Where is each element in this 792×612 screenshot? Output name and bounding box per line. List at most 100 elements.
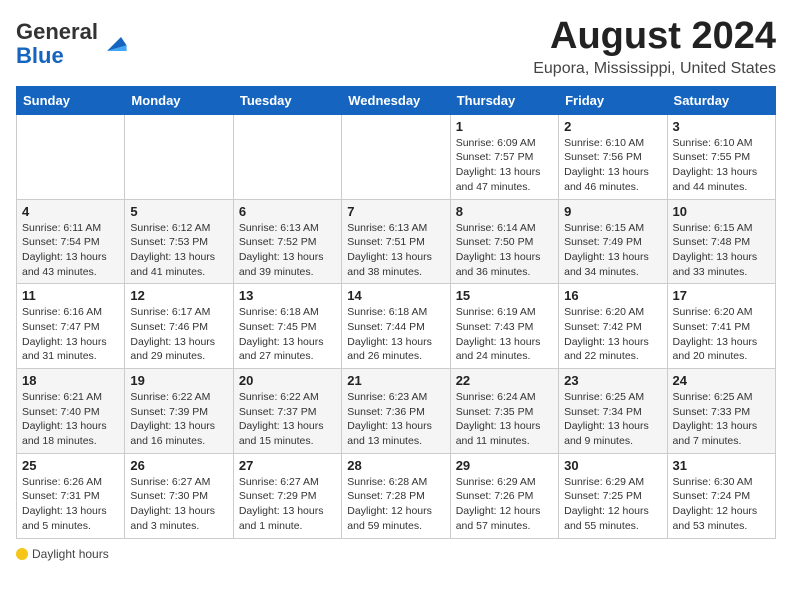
day-info: Sunrise: 6:15 AM Sunset: 7:49 PM Dayligh…	[564, 221, 661, 280]
header: General Blue August 2024 Eupora, Mississ…	[16, 16, 776, 78]
weekday-header-row: SundayMondayTuesdayWednesdayThursdayFrid…	[17, 86, 776, 114]
weekday-header-monday: Monday	[125, 86, 233, 114]
day-info: Sunrise: 6:23 AM Sunset: 7:36 PM Dayligh…	[347, 390, 444, 449]
calendar-cell: 12 Sunrise: 6:17 AM Sunset: 7:46 PM Dayli…	[125, 284, 233, 369]
calendar-cell: 16Sunrise: 6:20 AM Sunset: 7:42 PM Dayli…	[559, 284, 667, 369]
calendar-cell: 14 Sunrise: 6:18 AM Sunset: 7:44 PM Dayli…	[342, 284, 450, 369]
day-info: Sunrise: 6:10 AM Sunset: 7:56 PM Dayligh…	[564, 136, 661, 195]
day-info: Sunrise: 6:21 AM Sunset: 7:40 PM Dayligh…	[22, 390, 119, 449]
calendar-cell: 23 Sunrise: 6:25 AM Sunset: 7:34 PM Dayli…	[559, 369, 667, 454]
calendar-cell: 18 Sunrise: 6:21 AM Sunset: 7:40 PM Dayli…	[17, 369, 125, 454]
calendar-week-1: 4 Sunrise: 6:11 AM Sunset: 7:54 PM Daylig…	[17, 199, 776, 284]
calendar-table: SundayMondayTuesdayWednesdayThursdayFrid…	[16, 86, 776, 539]
day-number: 10	[673, 204, 770, 219]
calendar-cell: 31Sunrise: 6:30 AM Sunset: 7:24 PM Dayli…	[667, 453, 775, 538]
day-info: Sunrise: 6:20 AM Sunset: 7:42 PM Dayligh…	[564, 305, 661, 364]
day-info: Sunrise: 6:09 AM Sunset: 7:57 PM Dayligh…	[456, 136, 553, 195]
day-number: 12	[130, 288, 227, 303]
daylight-label: Daylight hours	[32, 547, 109, 561]
day-number: 9	[564, 204, 661, 219]
calendar-cell: 19 Sunrise: 6:22 AM Sunset: 7:39 PM Dayli…	[125, 369, 233, 454]
calendar-cell: 15Sunrise: 6:19 AM Sunset: 7:43 PM Dayli…	[450, 284, 558, 369]
day-info: Sunrise: 6:22 AM Sunset: 7:39 PM Dayligh…	[130, 390, 227, 449]
day-info: Sunrise: 6:18 AM Sunset: 7:44 PM Dayligh…	[347, 305, 444, 364]
day-number: 27	[239, 458, 336, 473]
day-number: 26	[130, 458, 227, 473]
day-number: 13	[239, 288, 336, 303]
day-number: 23	[564, 373, 661, 388]
calendar-cell: 24 Sunrise: 6:25 AM Sunset: 7:33 PM Dayli…	[667, 369, 775, 454]
day-info: Sunrise: 6:26 AM Sunset: 7:31 PM Dayligh…	[22, 475, 119, 534]
day-number: 4	[22, 204, 119, 219]
day-info: Sunrise: 6:11 AM Sunset: 7:54 PM Dayligh…	[22, 221, 119, 280]
day-number: 14	[347, 288, 444, 303]
day-info: Sunrise: 6:25 AM Sunset: 7:34 PM Dayligh…	[564, 390, 661, 449]
day-info: Sunrise: 6:27 AM Sunset: 7:30 PM Dayligh…	[130, 475, 227, 534]
daylight-dot	[16, 548, 28, 560]
day-number: 24	[673, 373, 770, 388]
main-title: August 2024	[533, 16, 776, 58]
day-info: Sunrise: 6:15 AM Sunset: 7:48 PM Dayligh…	[673, 221, 770, 280]
day-number: 20	[239, 373, 336, 388]
calendar-week-2: 11Sunrise: 6:16 AM Sunset: 7:47 PM Dayli…	[17, 284, 776, 369]
day-number: 1	[456, 119, 553, 134]
title-area: August 2024 Eupora, Mississippi, United …	[533, 16, 776, 78]
weekday-header-saturday: Saturday	[667, 86, 775, 114]
calendar-cell: 2 Sunrise: 6:10 AM Sunset: 7:56 PM Daylig…	[559, 114, 667, 199]
calendar-cell	[125, 114, 233, 199]
day-info: Sunrise: 6:19 AM Sunset: 7:43 PM Dayligh…	[456, 305, 553, 364]
day-number: 5	[130, 204, 227, 219]
day-number: 3	[673, 119, 770, 134]
calendar-cell: 3 Sunrise: 6:10 AM Sunset: 7:55 PM Daylig…	[667, 114, 775, 199]
calendar-cell: 10 Sunrise: 6:15 AM Sunset: 7:48 PM Dayli…	[667, 199, 775, 284]
logo: General Blue	[16, 20, 128, 68]
calendar-cell: 6 Sunrise: 6:13 AM Sunset: 7:52 PM Daylig…	[233, 199, 341, 284]
day-number: 7	[347, 204, 444, 219]
weekday-header-wednesday: Wednesday	[342, 86, 450, 114]
day-number: 6	[239, 204, 336, 219]
calendar-cell: 25 Sunrise: 6:26 AM Sunset: 7:31 PM Dayli…	[17, 453, 125, 538]
day-number: 2	[564, 119, 661, 134]
day-info: Sunrise: 6:12 AM Sunset: 7:53 PM Dayligh…	[130, 221, 227, 280]
day-info: Sunrise: 6:28 AM Sunset: 7:28 PM Dayligh…	[347, 475, 444, 534]
logo-general: General	[16, 19, 98, 44]
day-number: 31	[673, 458, 770, 473]
calendar-cell: 5 Sunrise: 6:12 AM Sunset: 7:53 PM Daylig…	[125, 199, 233, 284]
day-number: 30	[564, 458, 661, 473]
calendar-cell	[17, 114, 125, 199]
day-info: Sunrise: 6:18 AM Sunset: 7:45 PM Dayligh…	[239, 305, 336, 364]
weekday-header-sunday: Sunday	[17, 86, 125, 114]
day-info: Sunrise: 6:13 AM Sunset: 7:52 PM Dayligh…	[239, 221, 336, 280]
daylight-legend: Daylight hours	[16, 547, 109, 561]
day-info: Sunrise: 6:29 AM Sunset: 7:26 PM Dayligh…	[456, 475, 553, 534]
calendar-cell: 28Sunrise: 6:28 AM Sunset: 7:28 PM Dayli…	[342, 453, 450, 538]
calendar-cell: 11Sunrise: 6:16 AM Sunset: 7:47 PM Dayli…	[17, 284, 125, 369]
calendar-cell: 27 Sunrise: 6:27 AM Sunset: 7:29 PM Dayli…	[233, 453, 341, 538]
calendar-cell	[233, 114, 341, 199]
day-info: Sunrise: 6:10 AM Sunset: 7:55 PM Dayligh…	[673, 136, 770, 195]
calendar-cell: 8Sunrise: 6:14 AM Sunset: 7:50 PM Daylig…	[450, 199, 558, 284]
day-info: Sunrise: 6:27 AM Sunset: 7:29 PM Dayligh…	[239, 475, 336, 534]
day-info: Sunrise: 6:17 AM Sunset: 7:46 PM Dayligh…	[130, 305, 227, 364]
weekday-header-friday: Friday	[559, 86, 667, 114]
calendar-week-4: 25 Sunrise: 6:26 AM Sunset: 7:31 PM Dayli…	[17, 453, 776, 538]
day-info: Sunrise: 6:20 AM Sunset: 7:41 PM Dayligh…	[673, 305, 770, 364]
calendar-cell: 1 Sunrise: 6:09 AM Sunset: 7:57 PM Daylig…	[450, 114, 558, 199]
footer: Daylight hours	[16, 547, 776, 563]
calendar-cell: 22Sunrise: 6:24 AM Sunset: 7:35 PM Dayli…	[450, 369, 558, 454]
day-number: 8	[456, 204, 553, 219]
day-number: 25	[22, 458, 119, 473]
calendar-cell: 20 Sunrise: 6:22 AM Sunset: 7:37 PM Dayli…	[233, 369, 341, 454]
day-info: Sunrise: 6:25 AM Sunset: 7:33 PM Dayligh…	[673, 390, 770, 449]
calendar-cell: 26 Sunrise: 6:27 AM Sunset: 7:30 PM Dayli…	[125, 453, 233, 538]
day-number: 21	[347, 373, 444, 388]
calendar-cell: 7Sunrise: 6:13 AM Sunset: 7:51 PM Daylig…	[342, 199, 450, 284]
day-number: 19	[130, 373, 227, 388]
logo-blue: Blue	[16, 43, 64, 68]
day-number: 11	[22, 288, 119, 303]
calendar-cell: 4 Sunrise: 6:11 AM Sunset: 7:54 PM Daylig…	[17, 199, 125, 284]
day-info: Sunrise: 6:22 AM Sunset: 7:37 PM Dayligh…	[239, 390, 336, 449]
weekday-header-tuesday: Tuesday	[233, 86, 341, 114]
day-number: 18	[22, 373, 119, 388]
day-number: 17	[673, 288, 770, 303]
